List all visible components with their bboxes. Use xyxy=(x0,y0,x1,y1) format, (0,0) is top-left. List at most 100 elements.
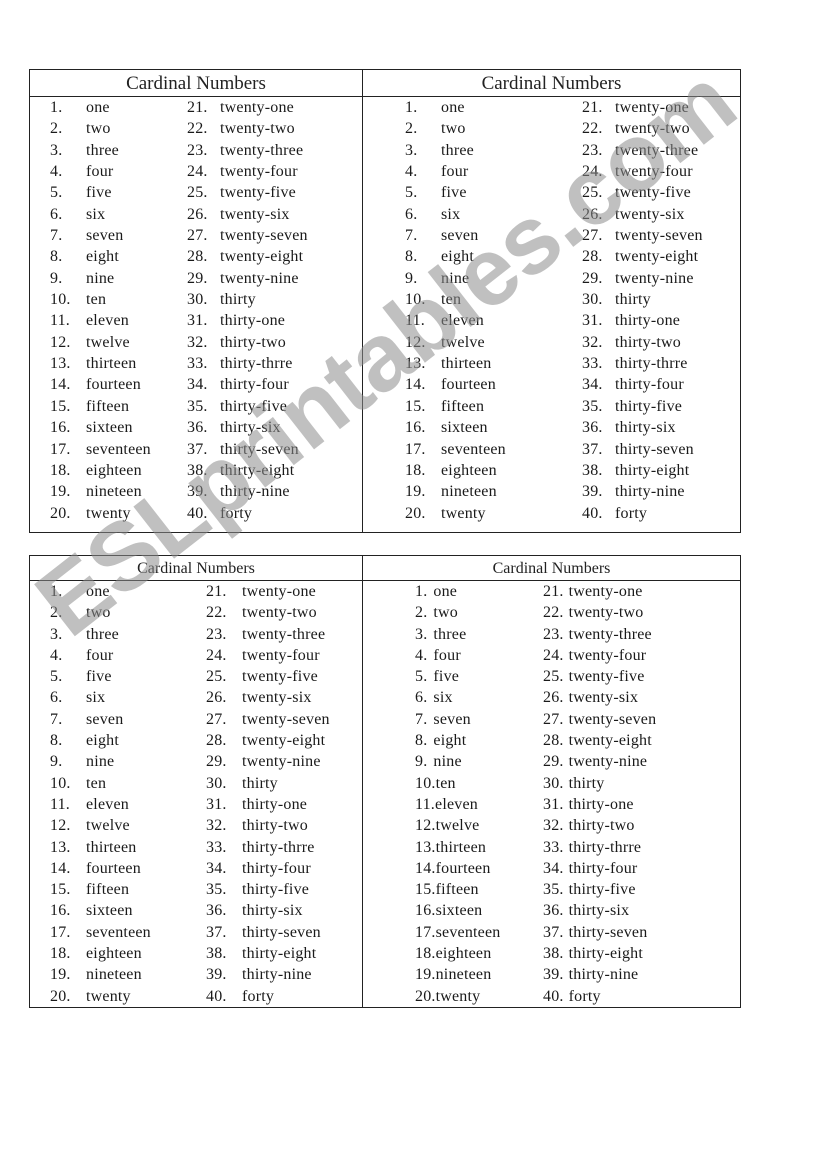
number-word: thirty-two xyxy=(615,333,681,351)
number-word: nine xyxy=(433,753,462,771)
number-label: 12. xyxy=(415,817,436,835)
number-word: twenty-eight xyxy=(615,248,699,266)
number-row: 36. thirty-six xyxy=(543,900,656,921)
number-label: 29. xyxy=(582,269,603,287)
number-row: 39. thirty-nine xyxy=(543,964,656,985)
number-label: 12. xyxy=(50,817,71,835)
number-word: twenty-one xyxy=(242,583,316,600)
number-row: 25. twenty-five xyxy=(187,182,308,203)
number-row: 9. nine xyxy=(405,268,506,289)
number-row: 30. thirty xyxy=(543,773,656,794)
number-row: 22. twenty-two xyxy=(206,602,330,623)
number-row: 34. thirty-four xyxy=(206,858,330,879)
number-label: 25. xyxy=(187,184,208,202)
number-label: 19. xyxy=(50,966,71,984)
numbers-panel-bottom-right: Cardinal Numbers 1. one 2. two 3. three 4. four… xyxy=(362,556,740,1007)
number-label: 1. xyxy=(50,99,63,116)
number-label: 9. xyxy=(405,269,418,287)
number-label: 14. xyxy=(405,376,426,394)
number-label: 37. xyxy=(543,923,564,941)
number-row: 23. twenty-three xyxy=(582,140,703,161)
number-row: 39. thirty-nine xyxy=(187,481,308,502)
number-label: 13. xyxy=(50,838,71,856)
number-row: 20. twenty xyxy=(50,986,151,1007)
number-label: 6. xyxy=(415,689,428,707)
number-row: 15. fifteen xyxy=(50,396,151,417)
number-label: 32. xyxy=(206,817,227,835)
number-row: 5. five xyxy=(415,666,501,687)
number-row: 13. thirteen xyxy=(415,837,501,858)
number-word: twenty-six xyxy=(615,205,685,223)
number-word: seventeen xyxy=(441,440,506,458)
number-row: 24. twenty-four xyxy=(543,645,656,666)
number-row: 10. ten xyxy=(405,289,506,310)
number-row: 30. thirty xyxy=(206,773,330,794)
number-word: thirteen xyxy=(86,355,137,373)
number-word: thirty-thrre xyxy=(568,838,642,856)
number-label: 12. xyxy=(50,333,71,351)
number-word: three xyxy=(433,625,467,643)
number-word: sixteen xyxy=(441,419,488,437)
number-word: thirty-one xyxy=(220,312,286,330)
number-word: thirty-two xyxy=(568,817,635,835)
number-word: twenty-three xyxy=(568,625,652,643)
number-label: 31. xyxy=(206,795,227,813)
number-label: 37. xyxy=(582,440,603,458)
number-word: thirty-seven xyxy=(615,440,694,458)
number-word: eight xyxy=(86,732,119,750)
number-word: six xyxy=(441,205,461,223)
number-word: twenty-two xyxy=(242,604,317,622)
number-label: 30. xyxy=(187,291,208,309)
number-label: 33. xyxy=(543,838,564,856)
number-label: 30. xyxy=(543,774,564,792)
number-word: nine xyxy=(86,753,115,771)
number-row: 18. eighteen xyxy=(50,460,151,481)
number-row: 16. sixteen xyxy=(405,417,506,438)
number-label: 17. xyxy=(50,923,71,941)
number-row: 6. six xyxy=(415,687,501,708)
number-label: 11. xyxy=(405,312,426,330)
number-word: nineteen xyxy=(86,483,142,501)
number-row: 6. six xyxy=(50,687,151,708)
number-row: 28. twenty-eight xyxy=(206,730,330,751)
number-label: 36. xyxy=(582,419,603,437)
number-word: nineteen xyxy=(435,966,492,984)
number-label: 33. xyxy=(582,355,603,373)
number-label: 27. xyxy=(543,710,564,728)
number-word: twenty-one xyxy=(568,583,643,600)
numbers-panel-top-right: Cardinal Numbers 1. one 2. two 3. three 4. four… xyxy=(362,70,740,532)
number-row: 40. forty xyxy=(206,986,330,1007)
number-label: 29. xyxy=(543,753,564,771)
number-label: 17. xyxy=(415,923,436,941)
number-label: 25. xyxy=(543,668,564,686)
number-row: 38. thirty-eight xyxy=(543,943,656,964)
number-word: twenty-nine xyxy=(220,269,299,287)
number-word: forty xyxy=(615,504,648,522)
number-row: 17. seventeen xyxy=(50,922,151,943)
number-row: 15. fifteen xyxy=(415,879,501,900)
number-label: 26. xyxy=(187,205,208,223)
number-word: twenty-eight xyxy=(568,732,652,750)
number-row: 25. twenty-five xyxy=(543,666,656,687)
number-word: five xyxy=(86,184,112,202)
number-label: 5. xyxy=(50,668,63,686)
number-label: 8. xyxy=(50,248,63,266)
number-label: 12. xyxy=(405,333,426,351)
number-row: 36. thirty-six xyxy=(206,900,330,921)
number-row: 37. thirty-seven xyxy=(543,922,656,943)
number-row: 6. six xyxy=(405,204,506,225)
number-row: 14. fourteen xyxy=(405,374,506,395)
number-row: 4. four xyxy=(50,645,151,666)
number-row: 13. thirteen xyxy=(50,353,151,374)
panel-title: Cardinal Numbers xyxy=(363,70,740,97)
number-row: 33. thirty-thrre xyxy=(187,353,308,374)
number-word: thirty-eight xyxy=(242,945,317,963)
number-word: twenty-four xyxy=(615,163,693,181)
number-row: 14. fourteen xyxy=(50,858,151,879)
number-word: twenty-one xyxy=(220,99,294,116)
number-row: 25. twenty-five xyxy=(582,182,703,203)
number-row: 11. eleven xyxy=(405,310,506,331)
number-word: one xyxy=(86,99,110,116)
number-label: 11. xyxy=(415,795,436,813)
number-row: 29. twenty-nine xyxy=(187,268,308,289)
